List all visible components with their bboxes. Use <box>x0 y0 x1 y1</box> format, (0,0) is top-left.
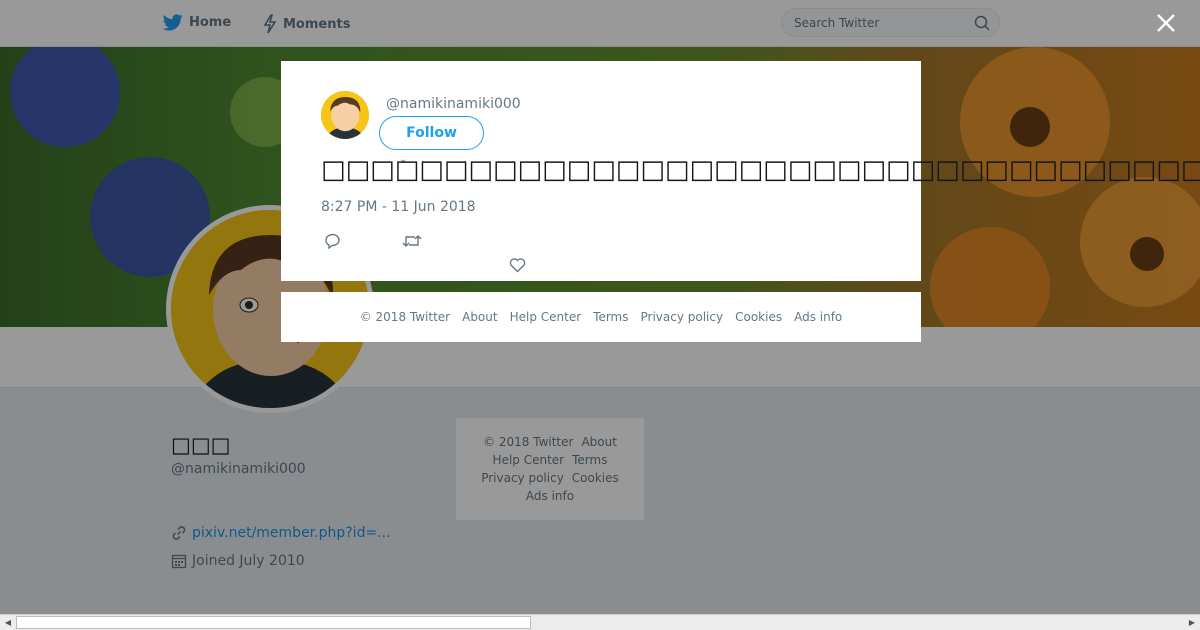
avatar-illustration <box>321 91 369 139</box>
follow-button[interactable]: Follow <box>379 116 484 150</box>
footer-terms-link[interactable]: Terms <box>593 310 628 324</box>
retweet-icon[interactable] <box>402 233 422 249</box>
scroll-left-arrow-icon[interactable]: ◀ <box>1 616 15 629</box>
scrollbar-thumb[interactable] <box>16 616 531 629</box>
footer-copyright: © 2018 Twitter <box>359 310 451 324</box>
scroll-right-arrow-icon[interactable]: ▶ <box>1185 616 1199 629</box>
footer-ads-link[interactable]: Ads info <box>794 310 842 324</box>
footer-help-link[interactable]: Help Center <box>510 310 582 324</box>
footer-privacy-link[interactable]: Privacy policy <box>641 310 724 324</box>
heart-icon[interactable] <box>509 257 526 273</box>
footer-about-link[interactable]: About <box>462 310 497 324</box>
reply-icon[interactable] <box>324 233 342 249</box>
tweet-avatar[interactable] <box>321 91 369 139</box>
footer-cookies-link[interactable]: Cookies <box>735 310 782 324</box>
tweet-timestamp[interactable]: 8:27 PM - 11 Jun 2018 <box>321 199 476 215</box>
horizontal-scrollbar[interactable]: ◀ ▶ <box>0 614 1200 630</box>
tweet-modal: @namikinamiki000 Follow ⌄ □□□□□□□□□□□□□□… <box>281 61 1200 281</box>
close-icon[interactable] <box>1155 12 1177 34</box>
tweet-text: □□□□□□□□□□□□□□□□□□□□□□□□□□□□□□□□□□□□□□□□… <box>321 155 1200 185</box>
tweet-author-handle[interactable]: @namikinamiki000 <box>386 96 521 112</box>
modal-footer: © 2018 Twitter About Help Center Terms P… <box>281 292 921 342</box>
